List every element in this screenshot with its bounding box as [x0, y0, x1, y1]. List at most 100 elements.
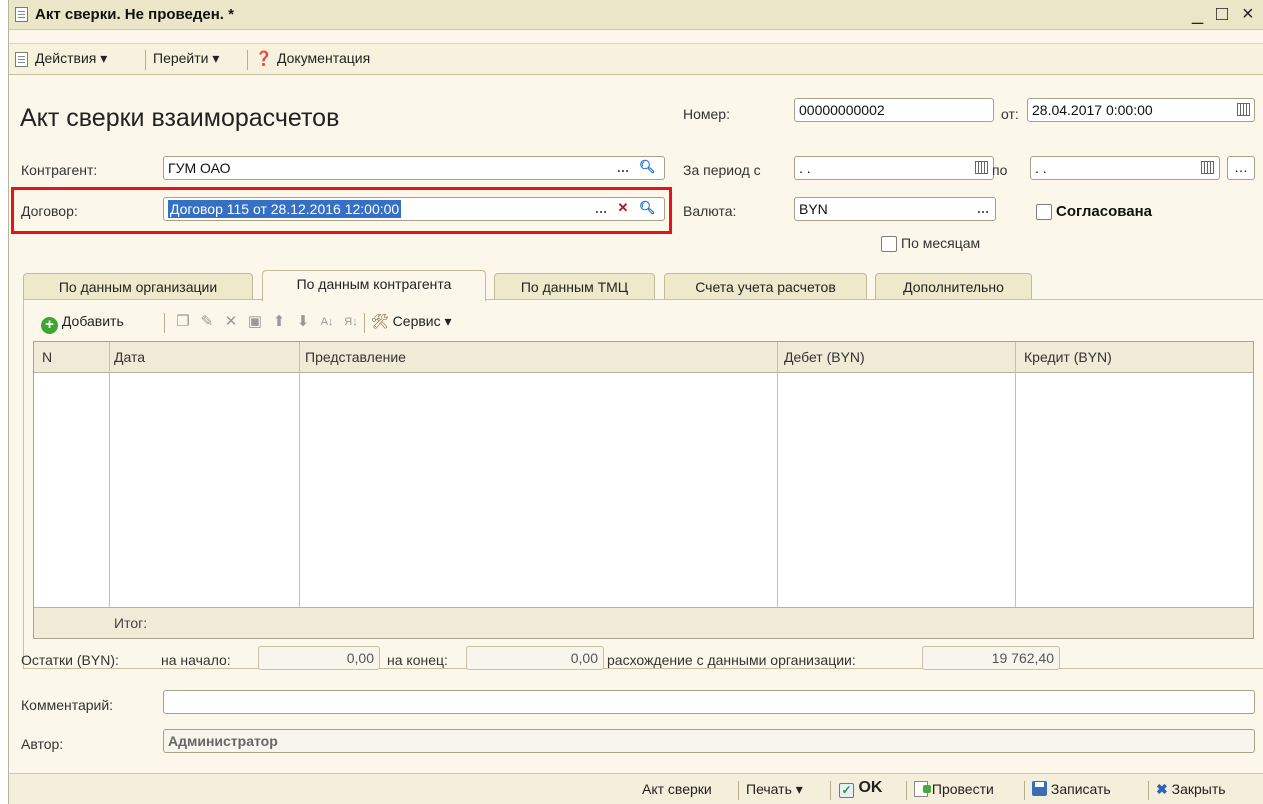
bar-divider	[1148, 781, 1149, 800]
toolbar-divider	[145, 50, 146, 70]
author-field: Администратор	[163, 729, 1255, 753]
post-label: Провести	[931, 781, 994, 797]
maximize-button[interactable]: □	[1216, 3, 1228, 26]
end-balance-label: на конец:	[387, 652, 448, 668]
documentation-link[interactable]: Документация	[277, 50, 370, 66]
comment-label: Комментарий:	[21, 697, 114, 713]
ok-button[interactable]: ✓ OK	[839, 779, 882, 798]
actions-icon	[15, 52, 28, 68]
tab-organization-data[interactable]: По данным организации	[23, 273, 253, 300]
by-months-label: По месяцам	[901, 235, 981, 251]
save-button[interactable]: Записать	[1032, 781, 1111, 797]
agreed-checkbox[interactable]	[1036, 204, 1052, 220]
number-label: Номер:	[683, 106, 730, 122]
sort-descending-icon[interactable]: Я↓	[343, 314, 359, 330]
bar-divider	[906, 781, 907, 800]
balances-label: Остатки (BYN):	[21, 652, 119, 668]
toolbar-divider	[164, 313, 165, 333]
table-header: N Дата Представление Дебет (BYN) Кредит …	[34, 342, 1253, 373]
counterparty-search-icon[interactable]: 🔍︎	[639, 159, 656, 177]
copy-icon[interactable]: ❐	[175, 314, 191, 330]
currency-label: Валюта:	[683, 203, 737, 219]
bar-divider	[738, 781, 739, 800]
main-toolbar: Действия ▾ Перейти ▾ ❓ Документация	[9, 43, 1263, 75]
calendar-icon[interactable]	[1201, 161, 1214, 174]
column-header[interactable]: Дебет (BYN)	[784, 349, 865, 365]
period-select-button[interactable]: …	[1227, 156, 1255, 180]
counterparty-field[interactable]: ГУМ ОАО	[163, 156, 665, 180]
sort-ascending-icon[interactable]: A↓	[319, 314, 335, 330]
tab-counterparty-data[interactable]: По данным контрагента	[262, 270, 486, 301]
toolbar-divider	[247, 50, 248, 70]
tab-inventory-data[interactable]: По данным ТМЦ	[494, 273, 655, 300]
edit-icon[interactable]: ✎	[199, 314, 215, 330]
close-window-button[interactable]: ×	[1242, 3, 1254, 26]
counterparty-select-button[interactable]: …	[615, 160, 631, 178]
post-icon	[914, 781, 931, 797]
date-label: от:	[1001, 106, 1019, 122]
period-to-field[interactable]: . .	[1030, 156, 1220, 180]
close-button[interactable]: ✖ Закрыть	[1156, 781, 1226, 798]
end-edit-icon[interactable]: ▣	[247, 314, 263, 330]
save-icon	[1032, 781, 1047, 796]
period-to-label: по	[992, 162, 1008, 178]
date-field[interactable]: 28.04.2017 0:00:00	[1027, 98, 1255, 122]
tools-icon: 🛠︎	[371, 313, 389, 329]
by-months-checkbox[interactable]	[881, 236, 897, 252]
print-menu[interactable]: Печать ▾	[746, 781, 803, 798]
agreed-label: Согласована	[1056, 203, 1153, 220]
column-header[interactable]: N	[42, 349, 52, 365]
toolbar-divider	[364, 313, 365, 333]
bottom-command-bar: Акт сверки Печать ▾ ✓ OK Провести Записа…	[9, 773, 1263, 804]
add-icon: +	[41, 317, 58, 334]
data-table[interactable]: N Дата Представление Дебет (BYN) Кредит …	[33, 341, 1254, 639]
window-title: Акт сверки. Не проведен. *	[35, 6, 234, 23]
column-header[interactable]: Дата	[114, 349, 145, 365]
currency-select-button[interactable]: …	[975, 201, 991, 219]
end-balance-field: 0,00	[466, 646, 604, 670]
tab-accounts[interactable]: Счета учета расчетов	[664, 273, 867, 300]
document-window: Акт сверки. Не проведен. * _ □ × Действи…	[8, 0, 1263, 804]
currency-field[interactable]: BYN	[794, 197, 996, 221]
tab-additional[interactable]: Дополнительно	[875, 273, 1032, 300]
minimize-button[interactable]: _	[1192, 3, 1203, 26]
actions-menu[interactable]: Действия ▾	[35, 50, 107, 67]
help-icon: ❓	[255, 50, 273, 66]
goto-menu[interactable]: Перейти ▾	[153, 50, 219, 67]
move-down-icon[interactable]: ⬇	[295, 314, 311, 330]
calendar-icon[interactable]	[1237, 103, 1250, 116]
column-header[interactable]: Кредит (BYN)	[1024, 349, 1112, 365]
post-button[interactable]: Провести	[914, 781, 994, 797]
start-balance-field: 0,00	[258, 646, 380, 670]
date-value: 28.04.2017 0:00:00	[1032, 102, 1153, 118]
column-header[interactable]: Представление	[305, 349, 406, 365]
author-label: Автор:	[21, 736, 64, 752]
move-up-icon[interactable]: ⬆	[271, 314, 287, 330]
total-label: Итог:	[114, 615, 148, 631]
column-divider	[1015, 342, 1016, 638]
act-report-button[interactable]: Акт сверки	[642, 781, 712, 797]
save-label: Записать	[1050, 781, 1111, 797]
close-label: Закрыть	[1171, 781, 1226, 797]
add-label: Добавить	[61, 313, 124, 329]
service-menu[interactable]: 🛠︎ Сервис ▾	[371, 313, 452, 330]
close-icon: ✖	[1156, 781, 1168, 797]
document-icon	[15, 7, 28, 23]
ok-label: OK	[858, 779, 883, 796]
start-balance-label: на начало:	[161, 652, 231, 668]
difference-label: расхождение с данными организации:	[607, 652, 856, 668]
highlight-frame	[11, 187, 672, 234]
comment-field[interactable]	[163, 690, 1255, 714]
page-title: Акт сверки взаиморасчетов	[20, 104, 340, 132]
bar-divider	[830, 781, 831, 800]
number-field[interactable]: 00000000002	[794, 98, 994, 122]
title-bar: Акт сверки. Не проведен. * _ □ ×	[9, 0, 1263, 30]
delete-icon[interactable]: ✕	[223, 314, 239, 330]
counterparty-label: Контрагент:	[21, 162, 98, 178]
period-from-field[interactable]: . .	[794, 156, 994, 180]
add-button[interactable]: + Добавить	[41, 313, 124, 334]
calendar-icon[interactable]	[975, 161, 988, 174]
table-footer: Итог:	[34, 607, 1253, 638]
bar-divider	[1024, 781, 1025, 800]
column-divider	[109, 342, 110, 638]
